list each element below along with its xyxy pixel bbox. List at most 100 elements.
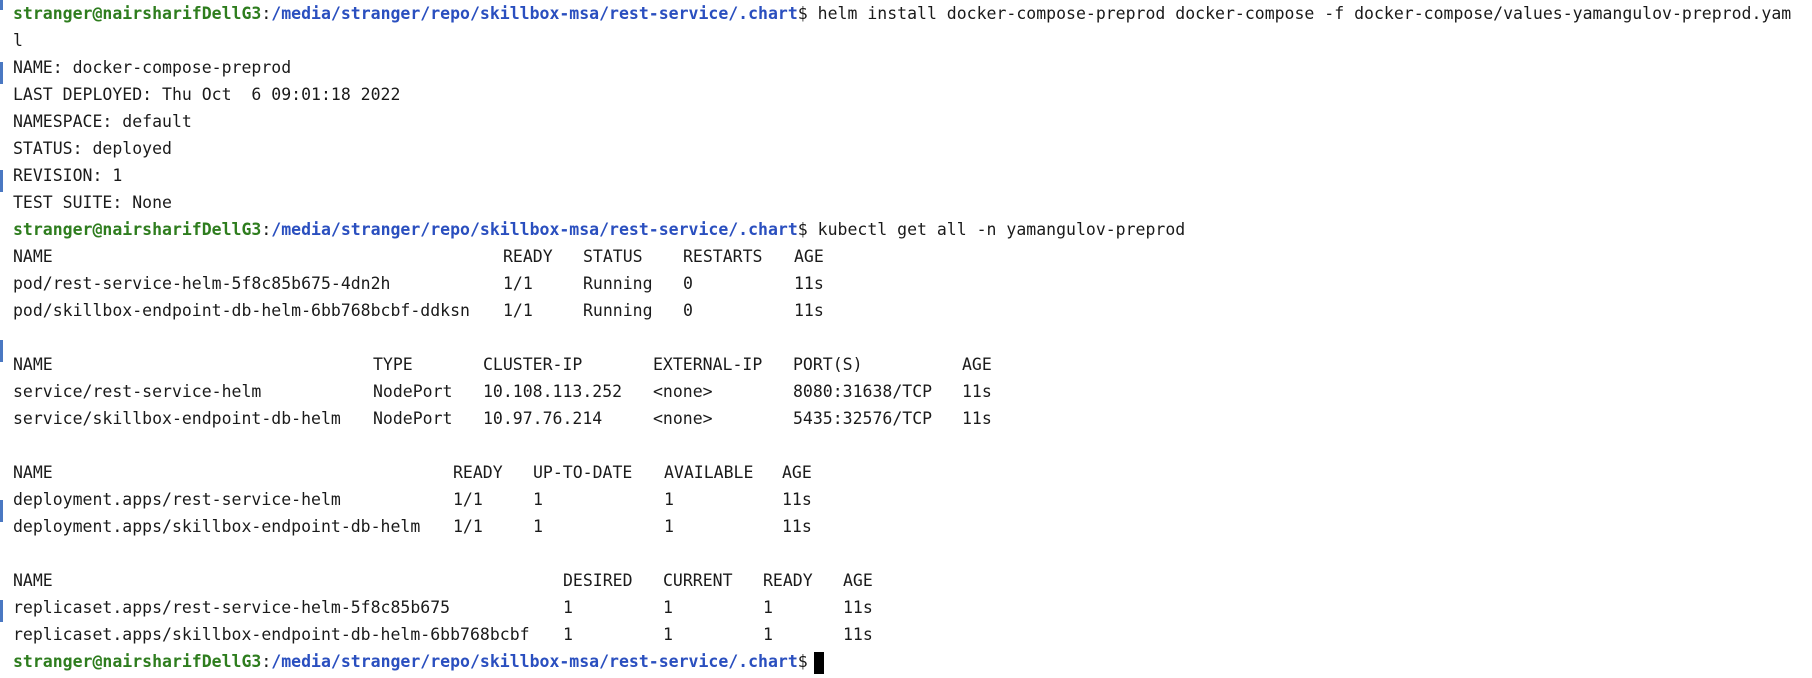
table-cell: <none> bbox=[653, 382, 713, 401]
prompt-line: stranger@nairsharifDellG3:/media/strange… bbox=[13, 216, 1812, 243]
helm-output-line: LAST DEPLOYED: Thu Oct 6 09:01:18 2022 bbox=[13, 85, 401, 104]
gutter-marker bbox=[0, 0, 3, 10]
prompt-path: /media/stranger/repo/skillbox-msa/rest-s… bbox=[271, 652, 798, 671]
helm-output-line: STATUS: deployed bbox=[13, 139, 172, 158]
header-cell: AVAILABLE bbox=[664, 463, 754, 482]
table-cell: 10.108.113.252 bbox=[483, 382, 623, 401]
table-cell: 0 bbox=[683, 301, 693, 320]
table-row: service/skillbox-endpoint-db-helm NodePo… bbox=[13, 405, 1812, 432]
table-cell: 1 bbox=[563, 598, 573, 617]
text-cursor[interactable] bbox=[813, 651, 824, 674]
helm-output-line: REVISION: 1 bbox=[13, 166, 123, 185]
table-cell: <none> bbox=[653, 409, 713, 428]
table-cell: 1 bbox=[763, 598, 773, 617]
prompt-user-host: stranger@nairsharifDellG3 bbox=[13, 4, 262, 23]
prompt-separator: : bbox=[261, 4, 272, 23]
prompt-separator: : bbox=[261, 220, 272, 239]
header-cell: READY bbox=[763, 571, 813, 590]
table-cell: 1 bbox=[563, 625, 573, 644]
services-header-row: NAME TYPE CLUSTER-IP EXTERNAL-IP PORT(S)… bbox=[13, 351, 1812, 378]
gutter-marker bbox=[0, 340, 3, 362]
editor-gutter bbox=[0, 0, 3, 678]
header-cell: RESTARTS bbox=[683, 247, 763, 266]
table-cell: 1 bbox=[763, 625, 773, 644]
table-row: deployment.apps/skillbox-endpoint-db-hel… bbox=[13, 513, 1812, 540]
header-cell: NAME bbox=[13, 571, 53, 590]
header-cell: NAME bbox=[13, 355, 53, 374]
gutter-marker bbox=[0, 600, 3, 622]
table-cell: 1/1 bbox=[453, 490, 483, 509]
helm-output-line: NAME: docker-compose-preprod bbox=[13, 58, 292, 77]
table-cell: Running bbox=[583, 301, 653, 320]
table-cell: 1/1 bbox=[503, 274, 533, 293]
table-cell: replicaset.apps/rest-service-helm-5f8c85… bbox=[13, 598, 451, 617]
table-cell: 1 bbox=[664, 490, 674, 509]
header-cell: READY bbox=[503, 247, 553, 266]
prompt-line: stranger@nairsharifDellG3:/media/strange… bbox=[13, 0, 1812, 27]
table-cell: service/rest-service-helm bbox=[13, 382, 262, 401]
table-row: replicaset.apps/rest-service-helm-5f8c85… bbox=[13, 594, 1812, 621]
table-cell: service/skillbox-endpoint-db-helm bbox=[13, 409, 341, 428]
command-text: helm install docker-compose-preprod dock… bbox=[817, 4, 1792, 23]
table-cell: 1 bbox=[533, 490, 543, 509]
helm-output-line: TEST SUITE: None bbox=[13, 193, 172, 212]
table-cell: deployment.apps/rest-service-helm bbox=[13, 490, 341, 509]
table-cell: 1 bbox=[663, 598, 673, 617]
header-cell: CLUSTER-IP bbox=[483, 355, 583, 374]
table-cell: 11s bbox=[782, 517, 812, 536]
terminal-output[interactable]: stranger@nairsharifDellG3:/media/strange… bbox=[13, 0, 1812, 678]
table-cell: pod/skillbox-endpoint-db-helm-6bb768bcbf… bbox=[13, 301, 470, 320]
table-cell: NodePort bbox=[373, 409, 453, 428]
table-cell: 1 bbox=[533, 517, 543, 536]
table-cell: 1 bbox=[663, 625, 673, 644]
header-cell: DESIRED bbox=[563, 571, 633, 590]
table-cell: 11s bbox=[843, 625, 873, 644]
table-cell: 11s bbox=[782, 490, 812, 509]
header-cell: NAME bbox=[13, 247, 53, 266]
pods-header-row: NAME READY STATUS RESTARTS AGE bbox=[13, 243, 1812, 270]
table-cell: 10.97.76.214 bbox=[483, 409, 603, 428]
table-cell: replicaset.apps/skillbox-endpoint-db-hel… bbox=[13, 625, 530, 644]
table-cell: Running bbox=[583, 274, 653, 293]
table-cell: pod/rest-service-helm-5f8c85b675-4dn2h bbox=[13, 274, 391, 293]
header-cell: CURRENT bbox=[663, 571, 733, 590]
table-row: pod/rest-service-helm-5f8c85b675-4dn2h 1… bbox=[13, 270, 1812, 297]
table-cell: 11s bbox=[962, 382, 992, 401]
table-cell: 1/1 bbox=[503, 301, 533, 320]
header-cell: READY bbox=[453, 463, 503, 482]
prompt-line-active[interactable]: stranger@nairsharifDellG3:/media/strange… bbox=[13, 648, 1812, 675]
table-cell: 11s bbox=[962, 409, 992, 428]
prompt-path: /media/stranger/repo/skillbox-msa/rest-s… bbox=[271, 4, 798, 23]
table-cell: 5435:32576/TCP bbox=[793, 409, 933, 428]
prompt-separator: : bbox=[261, 652, 272, 671]
prompt-symbol: $ bbox=[797, 220, 808, 239]
table-cell: NodePort bbox=[373, 382, 453, 401]
deployments-header-row: NAME READY UP-TO-DATE AVAILABLE AGE bbox=[13, 459, 1812, 486]
command-text: kubectl get all -n yamangulov-preprod bbox=[817, 220, 1186, 239]
header-cell: AGE bbox=[962, 355, 992, 374]
gutter-marker bbox=[0, 62, 3, 84]
command-wrap: l bbox=[13, 31, 23, 50]
header-cell: AGE bbox=[794, 247, 824, 266]
table-cell: 0 bbox=[683, 274, 693, 293]
table-row: service/rest-service-helm NodePort 10.10… bbox=[13, 378, 1812, 405]
table-row: pod/skillbox-endpoint-db-helm-6bb768bcbf… bbox=[13, 297, 1812, 324]
table-cell: 11s bbox=[794, 274, 824, 293]
table-cell: 1/1 bbox=[453, 517, 483, 536]
prompt-symbol: $ bbox=[797, 652, 808, 671]
table-cell: deployment.apps/skillbox-endpoint-db-hel… bbox=[13, 517, 421, 536]
header-cell: TYPE bbox=[373, 355, 413, 374]
gutter-marker bbox=[0, 500, 3, 522]
gutter-marker bbox=[0, 170, 3, 192]
table-cell: 8080:31638/TCP bbox=[793, 382, 933, 401]
header-cell: PORT(S) bbox=[793, 355, 863, 374]
header-cell: AGE bbox=[843, 571, 873, 590]
replicasets-header-row: NAME DESIRED CURRENT READY AGE bbox=[13, 567, 1812, 594]
header-cell: STATUS bbox=[583, 247, 643, 266]
prompt-symbol: $ bbox=[797, 4, 808, 23]
prompt-user-host: stranger@nairsharifDellG3 bbox=[13, 220, 262, 239]
table-row: deployment.apps/rest-service-helm 1/1 1 … bbox=[13, 486, 1812, 513]
